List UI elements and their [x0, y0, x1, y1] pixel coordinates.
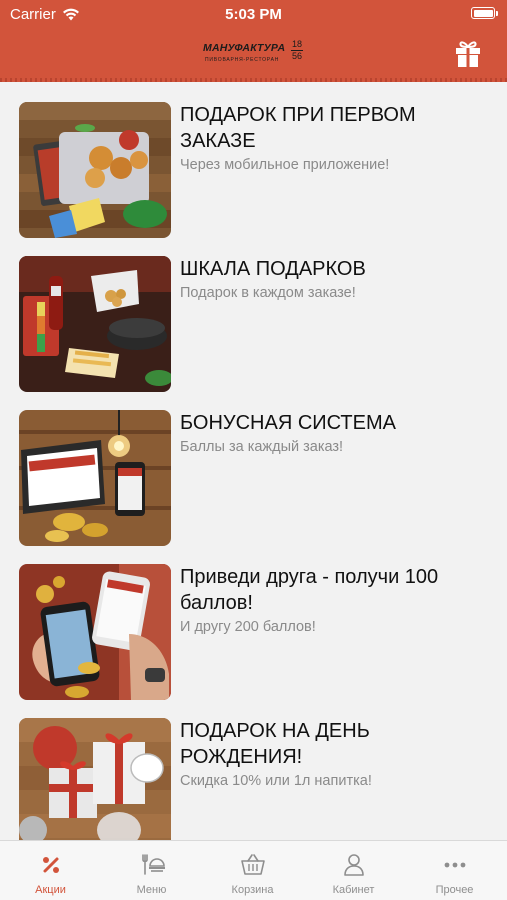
menu-icon [142, 854, 165, 875]
logo-year: 18 56 [291, 40, 303, 61]
tab-more[interactable]: Прочее [404, 841, 505, 900]
promo-subtitle: Подарок в каждом заказе! [180, 285, 356, 301]
promo-title: ШКАЛА ПОДАРКОВ [180, 258, 366, 280]
promo-list[interactable]: ПОДАРОК ПРИ ПЕРВОМ ЗАКАЗЕ Через мобильно… [0, 88, 507, 840]
percent-icon [43, 857, 59, 873]
status-time: 5:03 PM [225, 6, 282, 23]
promo-title: ПОДАРОК НА ДЕНЬ РОЖДЕНИЯ! [180, 720, 370, 768]
gift-button[interactable] [455, 38, 481, 68]
logo-text: МАНУФАКТУРА [203, 42, 286, 54]
gift-icon [456, 41, 480, 67]
promo-image [19, 564, 171, 700]
promo-subtitle: Через мобильное приложение! [180, 157, 390, 173]
promo-image [19, 102, 171, 238]
promo-card-bonus-system[interactable]: БОНУСНАЯ СИСТЕМА Баллы за каждый заказ! [19, 410, 489, 546]
promo-subtitle: Баллы за каждый заказ! [180, 439, 344, 455]
more-icon [444, 862, 466, 868]
status-bar: Carrier 5:03 PM [0, 0, 507, 28]
promo-subtitle: И другу 200 баллов! [180, 619, 316, 635]
promo-title: Приведи друга - получи 100 баллов! [180, 566, 439, 614]
promo-card-first-order[interactable]: ПОДАРОК ПРИ ПЕРВОМ ЗАКАЗЕ Через мобильно… [19, 102, 489, 238]
promo-subtitle: Скидка 10% или 1л напитка! [180, 773, 372, 789]
tab-label: Прочее [435, 884, 474, 896]
logo-year-bottom: 56 [291, 51, 302, 61]
promo-card-gift-scale[interactable]: ШКАЛА ПОДАРКОВ Подарок в каждом заказе! [19, 256, 489, 392]
tab-menu[interactable]: Меню [101, 841, 202, 900]
tab-label: Акции [35, 884, 66, 896]
tab-account[interactable]: Кабинет [303, 841, 404, 900]
promo-title: БОНУСНАЯ СИСТЕМА [180, 412, 396, 434]
promo-title: ПОДАРОК ПРИ ПЕРВОМ ЗАКАЗЕ [180, 104, 416, 152]
tab-promotions[interactable]: Акции [0, 841, 101, 900]
promo-card-birthday[interactable]: ПОДАРОК НА ДЕНЬ РОЖДЕНИЯ! Скидка 10% или… [19, 718, 489, 840]
tab-label: Корзина [231, 884, 274, 896]
basket-icon [241, 854, 265, 875]
promo-image [19, 256, 171, 392]
brand-logo: МАНУФАКТУРА ПИВОВАРНЯ-РЕСТОРАН 18 56 [203, 40, 303, 66]
tab-bar: Акции Меню Корзина Кабинет Прочее [0, 840, 507, 900]
promo-image [19, 718, 171, 840]
user-icon [344, 854, 364, 876]
battery-icon [471, 7, 498, 19]
tab-cart[interactable]: Корзина [202, 841, 303, 900]
promo-card-invite-friend[interactable]: Приведи друга - получи 100 баллов! И дру… [19, 564, 489, 700]
tab-label: Кабинет [332, 884, 375, 896]
logo-subtitle: ПИВОВАРНЯ-РЕСТОРАН [205, 57, 280, 63]
logo-year-top: 18 [291, 39, 302, 49]
promo-image [19, 410, 171, 546]
tab-label: Меню [136, 884, 167, 896]
app-header: Carrier 5:03 PM МАНУФАКТУРА ПИВОВАРНЯ-РЕ… [0, 0, 507, 82]
